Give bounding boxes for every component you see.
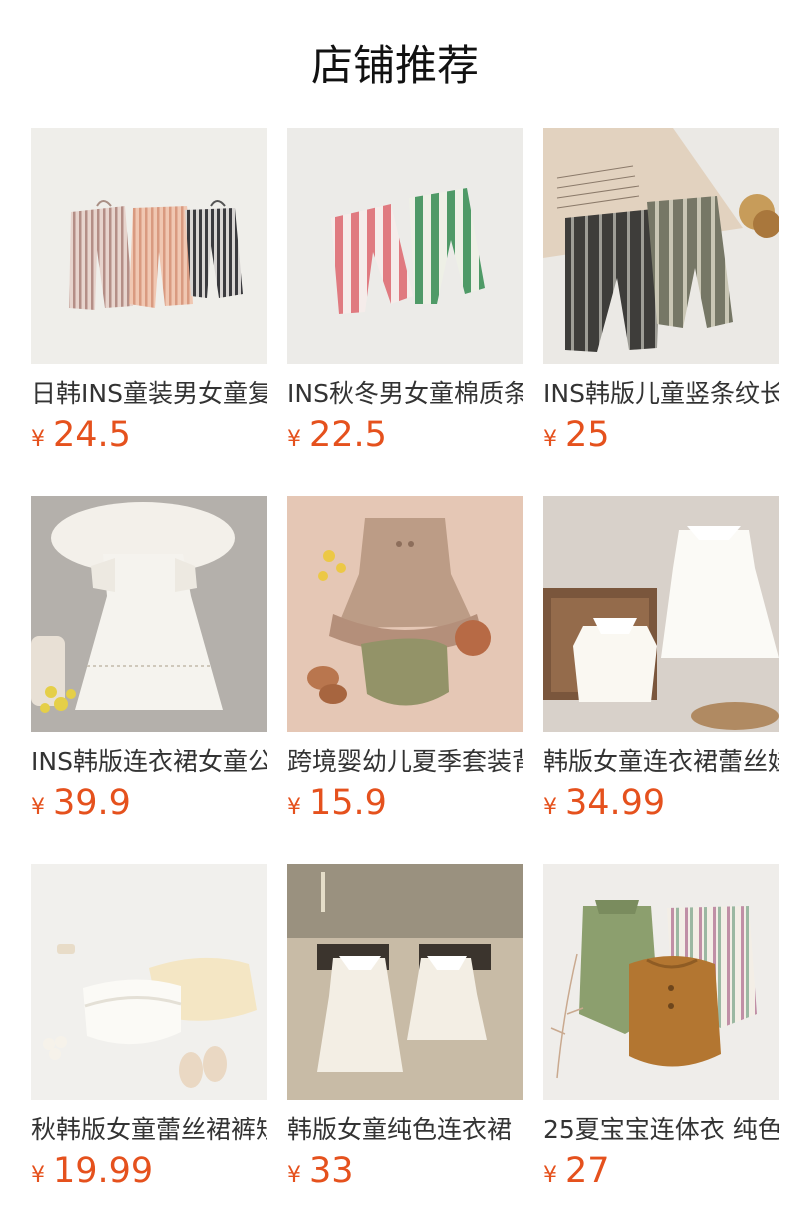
product-name[interactable]: INS韩版连衣裙女童公主裙 xyxy=(31,745,267,779)
currency-symbol: ¥ xyxy=(543,1163,557,1188)
product-name[interactable]: 跨境婴幼儿夏季套装背心 xyxy=(287,745,523,779)
product-grid: 日韩INS童装男女童复古条纹裤 ¥24.5 INS秋冬男女童棉质条纹裤 ¥22.… xyxy=(31,128,790,1200)
price-amount: 15.9 xyxy=(309,783,387,823)
product-name[interactable]: 秋韩版女童蕾丝裙裤短裤 xyxy=(31,1113,267,1147)
product-card[interactable]: INS韩版儿童竖条纹长裤 ¥25 xyxy=(543,128,779,464)
product-image[interactable] xyxy=(543,496,779,732)
currency-symbol: ¥ xyxy=(287,795,301,820)
product-name[interactable]: 日韩INS童装男女童复古条纹裤 xyxy=(31,377,267,411)
price-amount: 24.5 xyxy=(53,415,131,455)
product-card[interactable]: 跨境婴幼儿夏季套装背心 ¥15.9 xyxy=(287,496,523,832)
product-price: ¥39.9 xyxy=(31,783,267,827)
product-image[interactable] xyxy=(31,864,267,1100)
product-price: ¥33 xyxy=(287,1151,523,1195)
product-card[interactable]: INS秋冬男女童棉质条纹裤 ¥22.5 xyxy=(287,128,523,464)
page-title: 店铺推荐 xyxy=(310,41,479,90)
product-card[interactable]: 韩版女童连衣裙蕾丝娃娃领 ¥34.99 xyxy=(543,496,779,832)
product-price: ¥27 xyxy=(543,1151,779,1195)
currency-symbol: ¥ xyxy=(31,795,45,820)
product-name[interactable]: INS秋冬男女童棉质条纹裤 xyxy=(287,377,523,411)
currency-symbol: ¥ xyxy=(31,427,45,452)
product-card[interactable]: 韩版女童纯色连衣裙 ¥33 xyxy=(287,864,523,1200)
currency-symbol: ¥ xyxy=(31,1163,45,1188)
currency-symbol: ¥ xyxy=(543,795,557,820)
product-name[interactable]: 韩版女童纯色连衣裙 xyxy=(287,1113,523,1147)
product-image[interactable] xyxy=(31,496,267,732)
product-price: ¥34.99 xyxy=(543,783,779,827)
product-name[interactable]: INS韩版儿童竖条纹长裤 xyxy=(543,377,779,411)
price-amount: 22.5 xyxy=(309,415,387,455)
product-image[interactable] xyxy=(287,864,523,1100)
product-image[interactable] xyxy=(287,128,523,364)
product-card[interactable]: 日韩INS童装男女童复古条纹裤 ¥24.5 xyxy=(31,128,267,464)
product-card[interactable]: 秋韩版女童蕾丝裙裤短裤 ¥19.99 xyxy=(31,864,267,1200)
currency-symbol: ¥ xyxy=(543,427,557,452)
product-card[interactable]: INS韩版连衣裙女童公主裙 ¥39.9 xyxy=(31,496,267,832)
currency-symbol: ¥ xyxy=(287,427,301,452)
product-image[interactable] xyxy=(543,864,779,1100)
product-price: ¥19.99 xyxy=(31,1151,267,1195)
currency-symbol: ¥ xyxy=(287,1163,301,1188)
price-amount: 34.99 xyxy=(565,783,666,823)
product-image[interactable] xyxy=(287,496,523,732)
product-price: ¥24.5 xyxy=(31,415,267,459)
price-amount: 33 xyxy=(309,1151,354,1191)
product-price: ¥15.9 xyxy=(287,783,523,827)
price-amount: 25 xyxy=(565,415,610,455)
product-card[interactable]: 25夏宝宝连体衣 纯色针织 ¥27 xyxy=(543,864,779,1200)
price-amount: 39.9 xyxy=(53,783,131,823)
price-amount: 27 xyxy=(565,1151,610,1191)
product-name[interactable]: 25夏宝宝连体衣 纯色针织 xyxy=(543,1113,779,1147)
product-name[interactable]: 韩版女童连衣裙蕾丝娃娃领 xyxy=(543,745,779,779)
product-price: ¥22.5 xyxy=(287,415,523,459)
product-price: ¥25 xyxy=(543,415,779,459)
price-amount: 19.99 xyxy=(53,1151,154,1191)
product-image[interactable] xyxy=(31,128,267,364)
product-image[interactable] xyxy=(543,128,779,364)
